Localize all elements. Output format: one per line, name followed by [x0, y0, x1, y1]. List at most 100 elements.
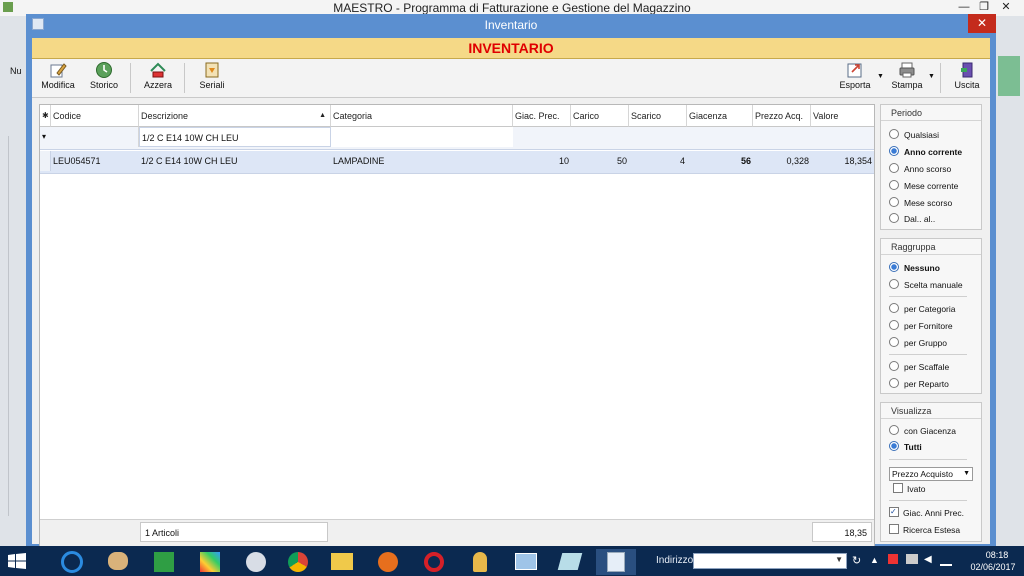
col-header-giacenza[interactable]: Giacenza — [687, 105, 753, 127]
azzera-button[interactable]: Azzera — [138, 61, 178, 95]
radio-label: Mese scorso — [904, 198, 953, 208]
maestro-taskbar-icon[interactable] — [596, 549, 636, 575]
periodo-title: Periodo — [881, 105, 981, 121]
signal-icon[interactable] — [940, 556, 952, 566]
table-row[interactable]: LEU054571 1/2 C E14 10W CH LEU LAMPADINE… — [40, 151, 874, 174]
serial-icon — [205, 62, 219, 78]
periodo-panel: Periodo Qualsiasi Anno corrente Anno sco… — [880, 104, 982, 230]
ivato-checkbox[interactable]: Ivato — [893, 483, 925, 495]
book-app-taskbar-icon[interactable] — [550, 549, 590, 575]
esporta-button[interactable]: Esporta — [838, 61, 872, 95]
mail-taskbar-icon[interactable] — [236, 549, 276, 575]
radio-scelta-manuale[interactable]: Scelta manuale — [889, 279, 963, 291]
user-app-taskbar-icon[interactable] — [460, 549, 500, 575]
col-header-codice[interactable]: Codice — [51, 105, 139, 127]
radio-icon — [889, 213, 899, 223]
color-app-taskbar-icon[interactable] — [190, 549, 230, 575]
refresh-icon[interactable]: ↻ — [852, 554, 861, 567]
col-header-valore[interactable]: Valore — [811, 105, 874, 127]
giac-anni-prec-checkbox[interactable]: ✓ Giac. Anni Prec. — [889, 507, 964, 519]
filter-descrizione-input[interactable]: 1/2 C E14 10W CH LEU — [139, 127, 331, 147]
paint-taskbar-icon[interactable] — [98, 549, 138, 575]
clock-date[interactable]: 02/06/2017 — [964, 562, 1022, 572]
seriali-label: Seriali — [199, 80, 225, 90]
radio-per-categoria[interactable]: per Categoria — [889, 303, 956, 315]
internet-explorer-taskbar-icon[interactable] — [52, 549, 92, 575]
panel-divider — [889, 500, 967, 501]
col-header-giac-prec[interactable]: Giac. Prec. — [513, 105, 571, 127]
row-selector[interactable] — [40, 151, 51, 171]
col-header-carico[interactable]: Carico — [571, 105, 629, 127]
cell-codice: LEU054571 — [53, 156, 101, 166]
radio-tutti[interactable]: Tutti — [889, 441, 922, 453]
radio-mese-scorso[interactable]: Mese scorso — [889, 197, 952, 209]
stampa-dropdown-icon[interactable]: ▼ — [928, 73, 935, 80]
tray-expand-icon[interactable]: ▲ — [870, 555, 879, 565]
clock-time[interactable]: 08:18 — [974, 550, 1020, 560]
radio-label: Anno corrente — [904, 147, 963, 157]
col-header-prezzo-acq[interactable]: Prezzo Acq. — [753, 105, 811, 127]
address-input[interactable]: ▼ — [693, 553, 847, 569]
stampa-button[interactable]: Stampa — [890, 61, 924, 95]
network-warning-icon[interactable] — [888, 554, 898, 564]
radio-label: per Categoria — [904, 304, 956, 314]
radio-per-fornitore[interactable]: per Fornitore — [889, 320, 953, 332]
radio-anno-corrente[interactable]: Anno corrente — [889, 146, 962, 158]
radio-mese-corrente[interactable]: Mese corrente — [889, 180, 958, 192]
radio-nessuno[interactable]: Nessuno — [889, 262, 940, 274]
radio-anno-scorso[interactable]: Anno scorso — [889, 163, 951, 175]
footer-valore-total: 18,35 — [812, 522, 872, 542]
col-header-categoria[interactable]: Categoria — [331, 105, 513, 127]
radio-qualsiasi[interactable]: Qualsiasi — [889, 129, 939, 141]
file-explorer-taskbar-icon[interactable] — [322, 549, 362, 575]
store-taskbar-icon[interactable] — [144, 549, 184, 575]
ricerca-estesa-label: Ricerca Estesa — [903, 525, 961, 535]
visualizza-panel: Visualizza con Giacenza Tutti Prezzo Acq… — [880, 402, 982, 542]
app-background-right — [996, 16, 1024, 544]
ricerca-estesa-checkbox[interactable]: Ricerca Estesa — [889, 524, 960, 536]
radio-per-gruppo[interactable]: per Gruppo — [889, 337, 947, 349]
toolbar-separator — [184, 63, 185, 93]
footer-articoli-count: 1 Articoli — [140, 522, 328, 542]
app-right-button-fragment[interactable] — [998, 56, 1020, 96]
radio-icon — [889, 378, 899, 388]
volume-icon[interactable]: ◀ — [924, 554, 932, 565]
visualizza-title: Visualizza — [881, 403, 981, 419]
radio-per-scaffale[interactable]: per Scaffale — [889, 361, 949, 373]
windows-start-icon[interactable] — [8, 553, 26, 572]
modifica-button[interactable]: Modifica — [38, 61, 78, 95]
esporta-dropdown-icon[interactable]: ▼ — [877, 73, 884, 80]
chrome-taskbar-icon[interactable] — [278, 549, 318, 575]
app-close-button[interactable]: ✕ — [994, 0, 1018, 15]
cell-categoria: LAMPADINE — [333, 156, 385, 166]
filter-categoria-input[interactable] — [331, 127, 513, 147]
col-header-scarico[interactable]: Scarico — [629, 105, 687, 127]
grid-footer: 1 Articoli 18,35 — [40, 519, 874, 546]
seriali-button[interactable]: Seriali — [192, 61, 232, 95]
screen-app-taskbar-icon[interactable] — [506, 549, 546, 575]
radio-icon — [889, 129, 899, 139]
inventory-grid: ✱ Codice Descrizione ▲ Categoria Giac. P… — [39, 104, 875, 546]
col-header-descrizione[interactable]: Descrizione ▲ — [139, 105, 331, 127]
opera-taskbar-icon[interactable] — [414, 549, 454, 575]
display-icon[interactable] — [906, 554, 918, 564]
radio-label: Scelta manuale — [904, 280, 963, 290]
storico-button[interactable]: Storico — [84, 61, 124, 95]
firefox-taskbar-icon[interactable] — [368, 549, 408, 575]
filter-codice-input[interactable] — [51, 127, 139, 147]
price-type-select[interactable]: Prezzo Acquisto ▼ — [889, 467, 973, 481]
printer-icon — [899, 62, 915, 78]
cell-valore: 18,354 — [844, 156, 872, 166]
price-type-value: Prezzo Acquisto — [892, 469, 953, 479]
filter-icon: ▾ — [42, 132, 47, 141]
radio-per-reparto[interactable]: per Reparto — [889, 378, 949, 390]
checkbox-icon — [893, 483, 903, 493]
dialog-close-button[interactable]: ✕ — [968, 14, 996, 33]
maximize-button[interactable]: ❐ — [972, 0, 996, 15]
history-icon — [96, 62, 112, 78]
radio-dal-al[interactable]: Dal.. al.. — [889, 213, 935, 225]
uscita-button[interactable]: Uscita — [948, 61, 986, 95]
modifica-label: Modifica — [41, 80, 75, 90]
address-dropdown-icon[interactable]: ▼ — [835, 555, 843, 564]
radio-con-giacenza[interactable]: con Giacenza — [889, 425, 956, 437]
